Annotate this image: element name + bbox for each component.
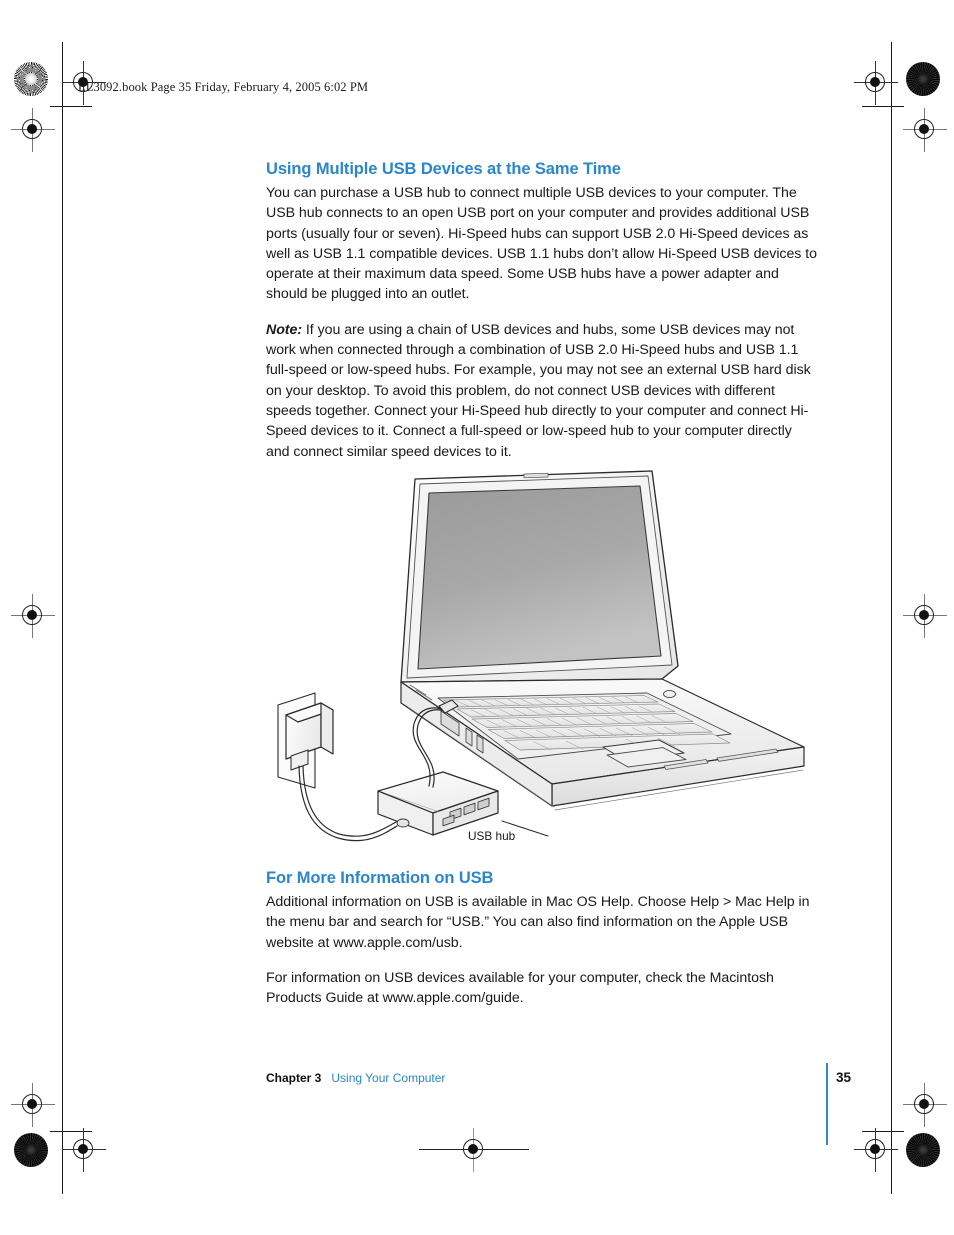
print-rosette-top-right [906,62,940,96]
registration-mark-bottom-right-inner [854,1128,898,1172]
crop-tick-top-left [50,106,92,107]
section1-paragraph-1: You can purchase a USB hub to connect mu… [266,185,817,303]
laptop-lid-latch [523,472,549,479]
registration-mark-middle-right [903,594,947,638]
footer-chapter-number: Chapter 3 [266,1071,322,1085]
figure-usb-hub-setup [266,466,826,858]
registration-mark-bottom-center [419,1128,529,1172]
section2-paragraph-1: Additional information on USB is availab… [266,894,810,951]
registration-mark-bottom-right-outer [903,1083,947,1127]
section1-heading: Using Multiple USB Devices at the Same T… [266,160,621,178]
note-text: If you are using a chain of USB devices … [266,321,811,460]
registration-mark-bottom-left-inner [62,1128,106,1172]
registration-mark-middle-left [11,594,55,638]
laptop-screen [417,485,662,670]
registration-mark-bottom-left-outer [11,1083,55,1127]
footer-chapter-title: Using Your Computer [331,1071,446,1085]
section-more-info-usb: For More Information on USB Additional i… [266,869,818,1008]
power-adapter-body-side [320,702,334,755]
crop-tick-top-right [862,106,904,107]
note-label: Note: [266,321,303,338]
section2-heading: For More Information on USB [266,869,494,887]
registration-mark-top-right-inner [854,61,898,105]
print-rosette-top-left [14,62,48,96]
registration-mark-top-left-outer [11,108,55,152]
registration-mark-top-right-outer [903,108,947,152]
print-rosette-bottom-left [14,1133,48,1167]
file-slug-line: LL3092.book Page 35 Friday, February 4, … [78,80,369,94]
section-usb-multiple-devices: Using Multiple USB Devices at the Same T… [266,160,818,462]
document-page: LL3092.book Page 35 Friday, February 4, … [0,0,954,1235]
page-footer: Chapter 3 Using Your Computer [266,1071,836,1085]
figure-caption-usb-hub: USB hub [468,829,516,843]
section2-paragraph-2: For information on USB devices available… [266,969,774,1007]
usb-hub-illustration [277,470,805,842]
crop-line-left [62,42,63,1194]
page-number: 35 [836,1070,852,1085]
laptop-power-button [663,689,676,699]
crop-line-right [891,42,892,1194]
usb-hub-power-jack [396,818,410,828]
section1-note: Note: If you are using a chain of USB de… [266,320,818,462]
print-rosette-bottom-right [906,1133,940,1167]
